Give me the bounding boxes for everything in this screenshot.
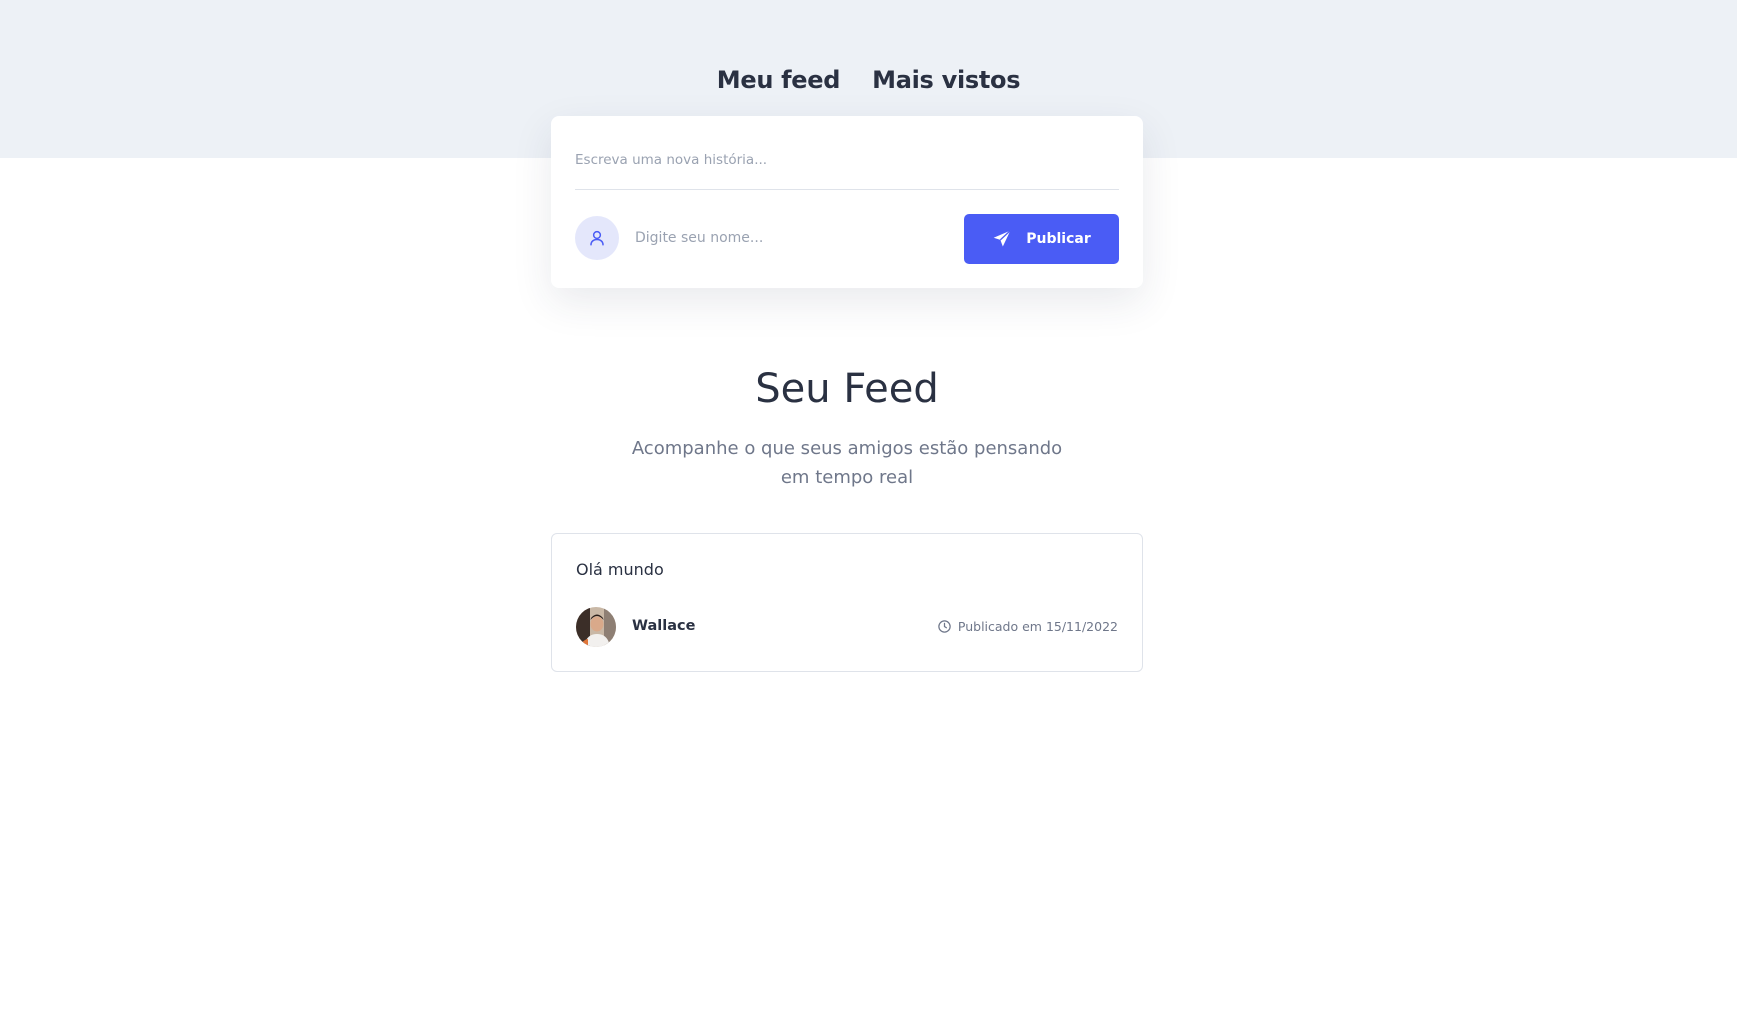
- feed-subtitle: Acompanhe o que seus amigos estão pensan…: [0, 434, 1694, 492]
- story-input[interactable]: [575, 116, 1119, 190]
- name-input[interactable]: [635, 222, 935, 254]
- user-icon: [590, 230, 604, 246]
- post-composer: Publicar: [551, 116, 1143, 288]
- tab-meu-feed[interactable]: Meu feed: [717, 66, 841, 94]
- post-date: Publicado em 15/11/2022: [937, 619, 1118, 634]
- paper-plane-icon: [993, 230, 1012, 247]
- feed-tabs: Meu feed Mais vistos: [0, 66, 1737, 94]
- user-avatar-placeholder: [575, 216, 619, 260]
- feed-subtitle-line1: Acompanhe o que seus amigos estão pensan…: [631, 438, 1063, 459]
- post-date-label: Publicado em 15/11/2022: [957, 619, 1118, 634]
- publish-button[interactable]: Publicar: [964, 214, 1119, 264]
- publish-button-label: Publicar: [1026, 231, 1091, 247]
- feed-subtitle-line2: em tempo real: [780, 467, 914, 488]
- post-card: Olá mundo Wallace Publicado em 15/11/202…: [551, 533, 1143, 672]
- tab-mais-vistos[interactable]: Mais vistos: [872, 66, 1020, 94]
- author-name[interactable]: Wallace: [632, 618, 695, 634]
- author-avatar: [576, 607, 616, 647]
- clock-icon: [938, 620, 951, 633]
- post-text: Olá mundo: [576, 560, 664, 579]
- feed-title: Seu Feed: [755, 366, 939, 412]
